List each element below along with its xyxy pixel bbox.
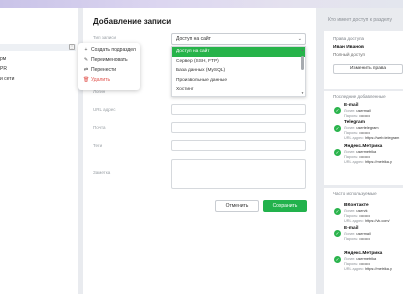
record-type-value: Доступ на сайт: [176, 36, 211, 42]
menu-item-move[interactable]: ⇄ Перенести: [78, 65, 140, 75]
entry-title: Telegram: [344, 120, 365, 125]
tags-label: Теги: [93, 143, 103, 148]
change-rights-button[interactable]: Изменить права: [333, 64, 403, 74]
sidebar: ⋮ рм PR и сети: [0, 8, 78, 294]
menu-item-create-subsection[interactable]: + Создать подраздел: [78, 45, 140, 55]
field-key: Логин:: [344, 209, 356, 213]
field-key: Пароль:: [344, 155, 359, 159]
field-value: ••••••••: [359, 131, 370, 135]
field-value: ••••••••: [359, 214, 370, 218]
field-key: Логин:: [344, 150, 356, 154]
dropdown-option[interactable]: Произвольные данные: [172, 76, 305, 86]
user-role: Полный доступ: [333, 52, 365, 57]
menu-item-delete[interactable]: 🗑 Удалить: [78, 75, 140, 85]
check-icon: ✓: [334, 107, 341, 114]
sidebar-row-selected[interactable]: [0, 44, 76, 51]
check-icon: ✓: [334, 208, 341, 215]
access-card: Права доступа Иван Иванов Полный доступ …: [324, 31, 403, 89]
field-value: ••••••••: [359, 155, 370, 159]
menu-item-label: Создать подраздел: [91, 47, 136, 53]
field-key: Пароль:: [344, 114, 359, 118]
field-value: usertelegram: [356, 126, 379, 130]
field-value: https://vk.com/: [365, 219, 390, 223]
check-icon: ✓: [334, 230, 341, 237]
menu-item-label: Удалить: [91, 77, 111, 83]
dropdown-option[interactable]: База данных (MySQL): [172, 66, 305, 76]
right-panel: Кто имеет доступ к разделу Права доступа…: [320, 8, 403, 294]
field-key: URL адрес:: [344, 160, 365, 164]
field-value: ••••••••: [359, 114, 370, 118]
field-value: usermail: [356, 232, 371, 236]
check-icon: ✓: [334, 149, 341, 156]
field-key: Пароль:: [344, 214, 359, 218]
field-value: ••••••••: [359, 237, 370, 241]
scroll-up-icon[interactable]: ▲: [301, 48, 304, 52]
dropdown-option[interactable]: Доступ на сайт: [172, 47, 305, 57]
sidebar-item[interactable]: PR: [0, 66, 7, 72]
menu-item-label: Перенести: [91, 67, 117, 73]
dropdown-option[interactable]: Сервер (SSH, FTP): [172, 57, 305, 67]
field-key: Логин:: [344, 257, 356, 261]
move-icon: ⇄: [83, 67, 89, 73]
recent-title: Последние добавленные: [333, 94, 386, 99]
access-heading: Кто имеет доступ к разделу: [328, 17, 392, 23]
mail-label: Почта: [93, 125, 106, 130]
field-key: Логин:: [344, 109, 356, 113]
field-value: usermail: [356, 109, 371, 113]
tags-input[interactable]: [171, 140, 306, 151]
page-title: Добавление записи: [93, 17, 172, 26]
field-value: ••••••••: [359, 262, 370, 266]
chevron-down-icon: ⌄: [297, 36, 302, 42]
field-key: Логин:: [344, 232, 356, 236]
record-type-select[interactable]: Доступ на сайт ⌄: [171, 33, 306, 45]
check-icon: ✓: [334, 256, 341, 263]
field-key: Пароль:: [344, 262, 359, 266]
pencil-icon: ✎: [83, 57, 89, 63]
field-value: usermetrika: [356, 257, 377, 261]
field-value: https://web.telegram: [365, 136, 400, 140]
entry-title: ВКонтакте: [344, 203, 369, 208]
field-value: usermetrika: [356, 150, 377, 154]
type-label: Тип записи: [93, 35, 117, 40]
field-key: Пароль:: [344, 237, 359, 241]
field-value: uservk: [356, 209, 368, 213]
context-menu: + Создать подраздел ✎ Переименовать ⇄ Пе…: [78, 43, 140, 90]
plus-icon: +: [84, 47, 88, 53]
trash-icon: 🗑: [83, 77, 90, 83]
sidebar-item-menu-button[interactable]: ⋮: [69, 44, 75, 50]
notes-textarea[interactable]: [171, 159, 306, 189]
entry-title: Яндекс.Метрика: [344, 144, 383, 149]
field-key: URL адрес:: [344, 219, 365, 223]
entry-title: E-mail: [344, 226, 359, 231]
field-value: https://metrika.y: [365, 160, 392, 164]
save-button[interactable]: Сохранить: [263, 200, 307, 212]
access-title: Права доступа: [333, 36, 365, 41]
url-label: URL адрес: [93, 107, 116, 112]
dropdown-option[interactable]: Хостинг: [172, 85, 305, 95]
mail-input[interactable]: [171, 122, 306, 133]
field-key: Пароль:: [344, 131, 359, 135]
entry-title: E-mail: [344, 103, 359, 108]
sidebar-item[interactable]: рм: [0, 56, 6, 62]
user-name: Иван Иванов: [333, 45, 365, 50]
field-key: URL адрес:: [344, 267, 365, 271]
field-key: URL адрес:: [344, 136, 365, 140]
top-gradient-bar: [0, 0, 403, 8]
notes-label: Заметка: [93, 170, 111, 175]
url-input[interactable]: [171, 104, 306, 115]
entry-title: Яндекс.Метрика: [344, 251, 383, 256]
sidebar-item[interactable]: и сети: [0, 76, 14, 82]
check-icon: ✓: [334, 125, 341, 132]
cancel-button[interactable]: Отменить: [215, 200, 259, 212]
menu-item-rename[interactable]: ✎ Переименовать: [78, 55, 140, 65]
dropdown-scrollbar[interactable]: [301, 56, 304, 70]
record-type-dropdown: Доступ на сайт Сервер (SSH, FTP) База да…: [171, 46, 306, 97]
frequent-title: Часто используемые: [333, 191, 377, 196]
scroll-down-icon[interactable]: ▼: [301, 91, 304, 95]
field-key: Логин:: [344, 126, 356, 130]
menu-item-label: Переименовать: [91, 57, 128, 63]
field-value: https://metrika.y: [365, 267, 392, 271]
